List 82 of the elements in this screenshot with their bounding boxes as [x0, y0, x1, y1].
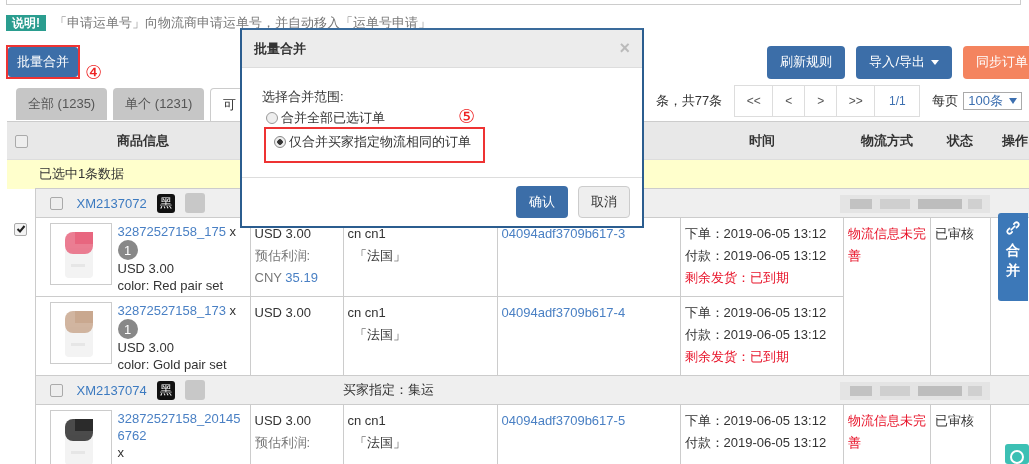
sku-link[interactable]: 32872527158_175 — [117, 223, 226, 240]
country: 「法国」 — [352, 326, 407, 344]
country: 「法国」 — [352, 434, 407, 452]
support-icon[interactable] — [1005, 444, 1029, 464]
radio-button[interactable] — [266, 112, 278, 124]
column-header: 状态 — [947, 132, 973, 148]
order-id-link[interactable]: 04094adf3709b617-3 — [501, 226, 626, 241]
payment-time: 付款：2019-06-05 13:12 — [684, 247, 828, 265]
radio-button[interactable] — [274, 136, 286, 148]
payment-time: 付款：2019-06-05 13:12 — [684, 434, 828, 452]
review-status: 已审核 — [934, 226, 974, 241]
dialog-prompt: 选择合并范围: — [262, 88, 345, 106]
tag-badge: 黑 — [156, 193, 175, 213]
multiply-sign: x — [229, 224, 237, 239]
tab[interactable]: 全部 (1235) — [16, 88, 108, 120]
toolbar-button[interactable]: 导入/导出 — [856, 45, 952, 79]
notice-badge: 说明! — [6, 15, 46, 31]
shipping-name: cn cn1 — [347, 225, 387, 243]
column-header: 时间 — [748, 132, 775, 148]
batch-merge-button[interactable]: 批量合并 — [8, 47, 78, 77]
step-marker: ④ — [85, 63, 103, 83]
column-header: 商品信息 — [116, 132, 169, 148]
profit-label: 预估利润: — [254, 247, 312, 265]
confirm-button[interactable]: 确认 — [516, 186, 568, 218]
price: USD 3.00 — [254, 304, 312, 322]
per-page-select[interactable]: 100条 — [963, 91, 1022, 110]
order-time: 下单：2019-06-05 13:12 — [684, 412, 828, 430]
column-header: 物流方式 — [860, 132, 913, 148]
toolbar-button[interactable]: 同步订单 — [963, 45, 1029, 79]
order-number-link[interactable]: XM2137072 — [76, 195, 147, 211]
caret-icon — [931, 59, 939, 65]
shipping-name: cn cn1 — [347, 412, 387, 430]
toolbar-button[interactable]: 刷新规则 — [767, 45, 846, 79]
review-status: 已审核 — [934, 413, 974, 428]
ship-deadline: 剩余发货：已到期 — [684, 348, 790, 366]
country: 「法国」 — [352, 247, 407, 265]
shipping-name: cn cn1 — [347, 304, 387, 322]
tag-badge: 黑 — [156, 380, 175, 400]
tab[interactable]: 单个 (1231) — [113, 88, 205, 120]
flag-icon — [184, 380, 205, 400]
order-id-link[interactable]: 04094adf3709b617-4 — [501, 305, 626, 320]
step-marker: ⑤ — [458, 107, 476, 127]
unit-price: USD 3.00 — [117, 260, 175, 277]
select-all-checkbox[interactable] — [14, 135, 28, 149]
row-checkbox[interactable] — [14, 222, 28, 236]
page-summary: 条，共77条 — [655, 91, 723, 110]
selection-count: 已选中1条数据 — [38, 166, 125, 181]
caret-icon — [1009, 97, 1017, 104]
price: USD 3.00 — [254, 225, 312, 243]
buyer-note: 买家指定：集运 — [343, 382, 434, 397]
cancel-button[interactable]: 取消 — [578, 186, 630, 218]
sku-link[interactable]: 32872527158_201456762 — [117, 410, 243, 444]
quantity-badge: 1 — [117, 319, 138, 339]
logistics-status: 物流信息未完善 — [847, 226, 926, 263]
multiply-sign: x — [117, 445, 124, 460]
quantity-badge: 1 — [117, 240, 138, 260]
profit-value: 35.19 — [285, 270, 318, 285]
link-icon — [1006, 221, 1020, 235]
multiply-sign: x — [229, 303, 237, 318]
profit-label: 预估利润: — [254, 434, 312, 452]
order-id-link[interactable]: 04094adf3709b617-5 — [501, 413, 626, 428]
per-page-label: 每页 — [932, 91, 959, 110]
unit-price: USD 3.00 — [117, 339, 175, 356]
flag-icon — [184, 193, 205, 213]
logistics-status: 物流信息未完善 — [847, 413, 926, 450]
column-header: 操作 — [1002, 132, 1028, 148]
order-time: 下单：2019-06-05 13:12 — [684, 225, 828, 243]
ship-deadline: 剩余发货：已到期 — [684, 269, 790, 287]
sku-link[interactable]: 32872527158_173 — [117, 302, 226, 319]
order-checkbox[interactable] — [49, 383, 63, 397]
order-time: 下单：2019-06-05 13:12 — [684, 304, 828, 322]
radio-option[interactable]: 仅合并买家指定物流相同的订单 — [270, 133, 471, 151]
variant-text: color: Red pair set — [117, 277, 224, 294]
merge-side-button[interactable]: 合并 — [998, 213, 1028, 301]
radio-option[interactable]: 合并全部已选订单 — [262, 109, 385, 127]
dialog-title: 批量合并 — [254, 39, 307, 58]
order-checkbox[interactable] — [49, 196, 63, 210]
order-number-link[interactable]: XM2137074 — [76, 382, 147, 398]
payment-time: 付款：2019-06-05 13:12 — [684, 326, 828, 344]
variant-text: color: Gold pair set — [117, 356, 228, 373]
currency: CNY — [254, 270, 282, 285]
price: USD 3.00 — [254, 412, 312, 430]
